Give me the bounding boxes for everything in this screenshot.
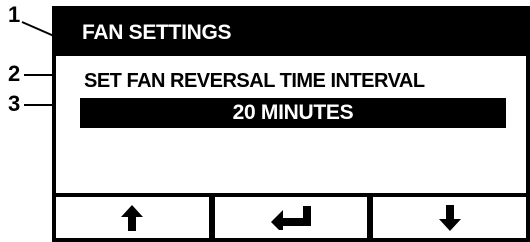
display-panel: FAN SETTINGS SET FAN REVERSAL TIME INTER… bbox=[52, 6, 530, 242]
screen-prompt: SET FAN REVERSAL TIME INTERVAL bbox=[84, 70, 425, 92]
enter-icon bbox=[271, 205, 311, 230]
callout-1: 1 bbox=[8, 2, 21, 27]
softkey-up[interactable] bbox=[56, 197, 209, 238]
screen-title: FAN SETTINGS bbox=[56, 10, 526, 56]
softkey-enter[interactable] bbox=[208, 197, 368, 238]
softkey-bar bbox=[56, 193, 526, 238]
callout-3: 3 bbox=[8, 91, 21, 116]
softkey-down[interactable] bbox=[367, 197, 526, 238]
arrow-up-icon bbox=[121, 204, 144, 231]
arrow-down-icon bbox=[438, 204, 461, 231]
callout-2: 2 bbox=[8, 61, 21, 86]
selected-value[interactable]: 20 MINUTES bbox=[80, 98, 506, 128]
